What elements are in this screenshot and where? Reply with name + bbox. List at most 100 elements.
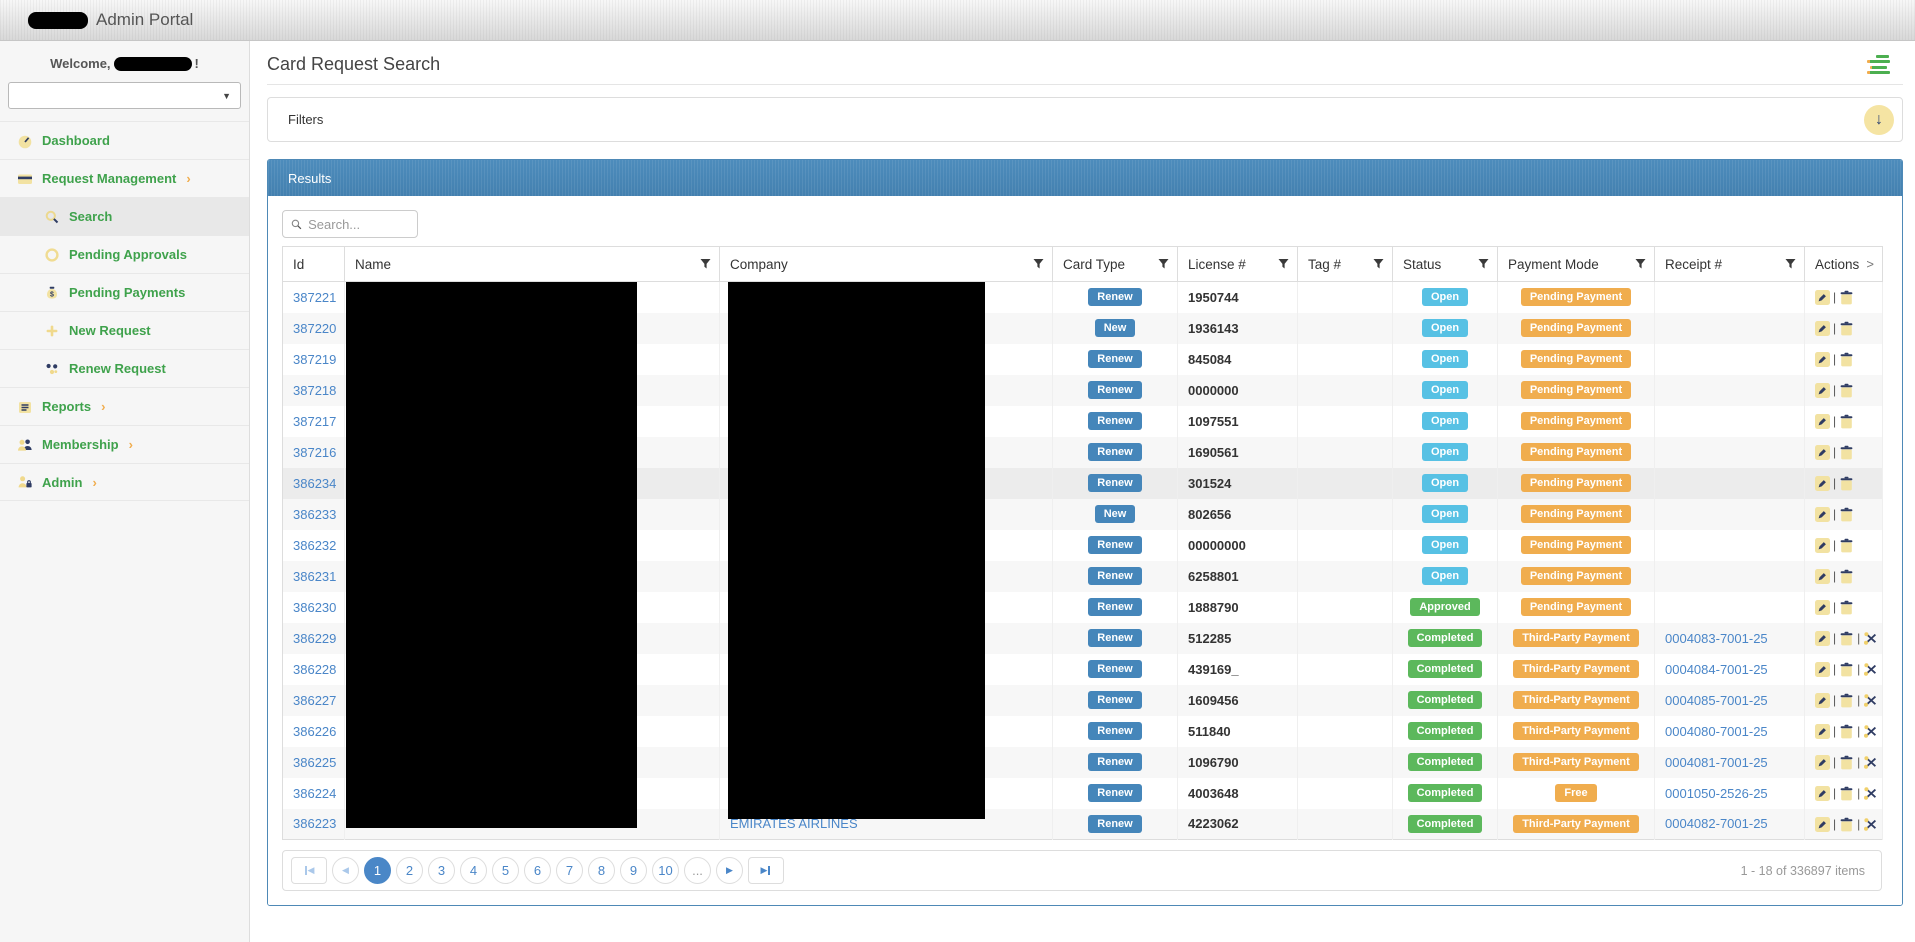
- receipt-link[interactable]: 0001050-2526-25: [1665, 786, 1768, 801]
- delete-icon[interactable]: [1839, 445, 1854, 460]
- column-header[interactable]: Company: [719, 246, 1053, 282]
- request-id-link[interactable]: 386223: [293, 816, 336, 831]
- edit-icon[interactable]: [1815, 445, 1830, 461]
- scissors-icon[interactable]: [1863, 755, 1878, 770]
- request-id-link[interactable]: 386232: [293, 538, 336, 553]
- receipt-link[interactable]: 0004080-7001-25: [1665, 724, 1768, 739]
- page-button-6[interactable]: 6: [524, 857, 551, 884]
- sidebar-item-renew-request[interactable]: Renew Request: [0, 349, 249, 387]
- page-button-4[interactable]: 4: [460, 857, 487, 884]
- filter-funnel-icon[interactable]: [1373, 259, 1384, 270]
- edit-icon[interactable]: [1815, 352, 1830, 368]
- delete-icon[interactable]: [1839, 662, 1854, 677]
- column-header[interactable]: Actions >: [1804, 246, 1883, 282]
- page-button-3[interactable]: 3: [428, 857, 455, 884]
- sidebar-item-search[interactable]: Search: [0, 197, 249, 235]
- scissors-icon[interactable]: [1863, 786, 1878, 801]
- pager-prev-button[interactable]: ◀: [332, 857, 359, 884]
- delete-icon[interactable]: [1839, 290, 1854, 305]
- delete-icon[interactable]: [1839, 321, 1854, 336]
- delete-icon[interactable]: [1839, 414, 1854, 429]
- edit-icon[interactable]: [1815, 290, 1830, 306]
- filters-collapse-button[interactable]: ↓: [1864, 104, 1894, 135]
- request-id-link[interactable]: 387218: [293, 383, 336, 398]
- filter-funnel-icon[interactable]: [1785, 259, 1796, 270]
- edit-icon[interactable]: [1815, 693, 1830, 709]
- request-id-link[interactable]: 387219: [293, 352, 336, 367]
- delete-icon[interactable]: [1839, 507, 1854, 522]
- page-button-9[interactable]: 9: [620, 857, 647, 884]
- delete-icon[interactable]: [1839, 476, 1854, 491]
- column-header[interactable]: Payment Mode: [1497, 246, 1655, 282]
- column-header[interactable]: Name: [344, 246, 720, 282]
- request-id-link[interactable]: 386225: [293, 755, 336, 770]
- page-button-...[interactable]: ...: [684, 857, 711, 884]
- request-id-link[interactable]: 386234: [293, 476, 336, 491]
- request-id-link[interactable]: 386231: [293, 569, 336, 584]
- request-id-link[interactable]: 387217: [293, 414, 336, 429]
- edit-icon[interactable]: [1815, 816, 1830, 832]
- delete-icon[interactable]: [1839, 817, 1854, 832]
- request-id-link[interactable]: 386227: [293, 693, 336, 708]
- column-expand-icon[interactable]: >: [1866, 257, 1874, 272]
- edit-icon[interactable]: [1815, 786, 1830, 802]
- edit-icon[interactable]: [1815, 383, 1830, 399]
- scissors-icon[interactable]: [1863, 817, 1878, 832]
- sidebar-item-dashboard[interactable]: Dashboard: [0, 121, 249, 159]
- sidebar-item-request-management[interactable]: Request Management ›: [0, 159, 249, 197]
- filter-funnel-icon[interactable]: [1033, 259, 1044, 270]
- edit-icon[interactable]: [1815, 476, 1830, 492]
- edit-icon[interactable]: [1815, 538, 1830, 554]
- request-id-link[interactable]: 386229: [293, 631, 336, 646]
- receipt-link[interactable]: 0004082-7001-25: [1665, 816, 1768, 831]
- sidebar-item-membership[interactable]: Membership ›: [0, 425, 249, 463]
- edit-icon[interactable]: [1815, 662, 1830, 678]
- delete-icon[interactable]: [1839, 755, 1854, 770]
- scissors-icon[interactable]: [1863, 693, 1878, 708]
- pager-last-button[interactable]: ▶: [748, 857, 784, 884]
- sidebar-item-admin[interactable]: Admin ›: [0, 463, 249, 501]
- page-button-5[interactable]: 5: [492, 857, 519, 884]
- column-header[interactable]: Tag #: [1297, 246, 1393, 282]
- scissors-icon[interactable]: [1863, 662, 1878, 677]
- receipt-link[interactable]: 0004083-7001-25: [1665, 631, 1768, 646]
- edit-icon[interactable]: [1815, 414, 1830, 430]
- request-id-link[interactable]: 386233: [293, 507, 336, 522]
- receipt-link[interactable]: 0004081-7001-25: [1665, 755, 1768, 770]
- filter-funnel-icon[interactable]: [1635, 259, 1646, 270]
- scissors-icon[interactable]: [1863, 631, 1878, 646]
- column-header[interactable]: Status: [1392, 246, 1498, 282]
- edit-icon[interactable]: [1815, 569, 1830, 585]
- sidebar-item-pending-approvals[interactable]: Pending Approvals: [0, 235, 249, 273]
- sidebar-item-new-request[interactable]: New Request: [0, 311, 249, 349]
- page-button-7[interactable]: 7: [556, 857, 583, 884]
- search-input[interactable]: [308, 216, 409, 232]
- column-header[interactable]: Card Type: [1052, 246, 1178, 282]
- receipt-link[interactable]: 0004084-7001-25: [1665, 662, 1768, 677]
- delete-icon[interactable]: [1839, 693, 1854, 708]
- menu-sort-icon[interactable]: [1867, 53, 1891, 77]
- edit-icon[interactable]: [1815, 755, 1830, 771]
- edit-icon[interactable]: [1815, 600, 1830, 616]
- sidebar-dropdown[interactable]: ▼: [8, 82, 241, 109]
- edit-icon[interactable]: [1815, 724, 1830, 740]
- request-id-link[interactable]: 387220: [293, 321, 336, 336]
- filter-funnel-icon[interactable]: [1158, 259, 1169, 270]
- column-header[interactable]: Receipt #: [1654, 246, 1805, 282]
- receipt-link[interactable]: 0004085-7001-25: [1665, 693, 1768, 708]
- page-button-10[interactable]: 10: [652, 857, 679, 884]
- request-id-link[interactable]: 386230: [293, 600, 336, 615]
- column-header[interactable]: License #: [1177, 246, 1298, 282]
- column-header[interactable]: Id: [282, 246, 345, 282]
- filter-funnel-icon[interactable]: [1478, 259, 1489, 270]
- request-id-link[interactable]: 386224: [293, 786, 336, 801]
- edit-icon[interactable]: [1815, 321, 1830, 337]
- sidebar-item-reports[interactable]: Reports ›: [0, 387, 249, 425]
- delete-icon[interactable]: [1839, 786, 1854, 801]
- delete-icon[interactable]: [1839, 631, 1854, 646]
- delete-icon[interactable]: [1839, 383, 1854, 398]
- scissors-icon[interactable]: [1863, 724, 1878, 739]
- filter-funnel-icon[interactable]: [700, 259, 711, 270]
- delete-icon[interactable]: [1839, 569, 1854, 584]
- delete-icon[interactable]: [1839, 724, 1854, 739]
